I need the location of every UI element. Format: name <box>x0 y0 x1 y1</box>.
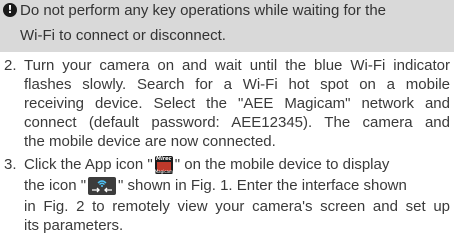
step-number: 3. <box>4 156 17 173</box>
step-text: the icon " <box>24 177 87 194</box>
wifi-connect-icon <box>88 177 117 196</box>
step-line: the mobile device are now connected. <box>24 133 276 150</box>
step-number: 2. <box>4 57 17 74</box>
step-line: connect (default password: AEE12345). Th… <box>24 114 450 131</box>
step-line: Turn your camera on and wait until the b… <box>24 57 450 74</box>
note-line: Wi-Fi to connect or disconnect. <box>20 27 226 44</box>
app-icon-sub-text: Magicam <box>154 169 173 175</box>
step-line: receiving device. Select the "AEE Magica… <box>24 95 450 112</box>
step-line: in Fig. 2 to remotely view your camera's… <box>24 198 450 215</box>
step-line: flashes slowly. Search for a Wi-Fi hot s… <box>24 76 450 93</box>
step-line: Click the App icon " Mirec Magicam " on … <box>24 156 390 175</box>
note-line: Do not perform any key operations while … <box>20 2 387 19</box>
exclamation-icon: ! <box>3 3 17 17</box>
step-text: Click the App icon " <box>24 156 153 173</box>
step-line: the icon " " shown in Fig. 1. Enter the … <box>24 177 407 196</box>
magicam-app-icon: Mirec Magicam <box>154 156 173 175</box>
step-line: its parameters. <box>24 217 124 234</box>
step-text: " on the mobile device to display <box>174 156 390 173</box>
warning-note: ! Do not perform any key operations whil… <box>0 0 454 52</box>
step-text: " shown in Fig. 1. Enter the interface s… <box>118 177 407 194</box>
